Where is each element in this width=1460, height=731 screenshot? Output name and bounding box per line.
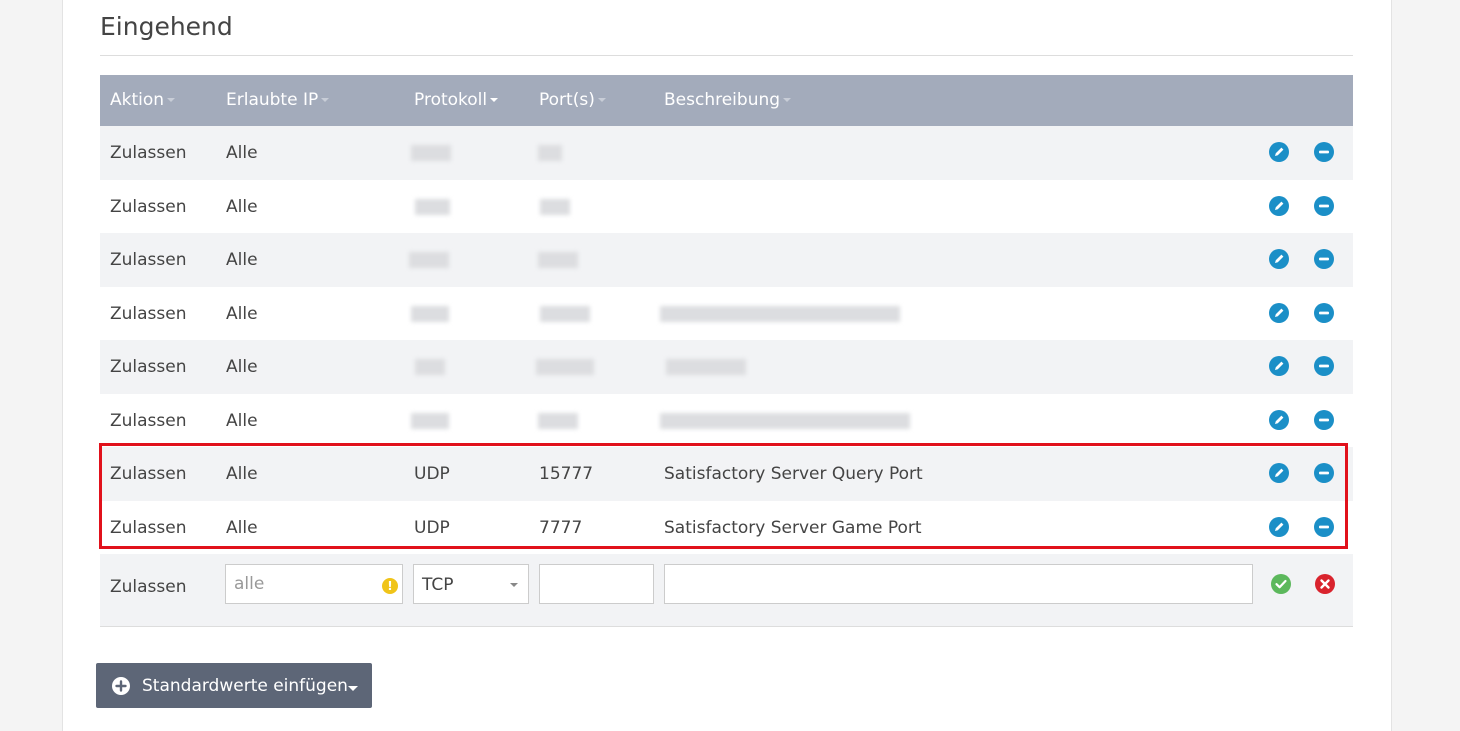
column-header-protocol-label: Protokoll	[414, 90, 488, 110]
row-allowed-ip: Alle	[226, 357, 258, 377]
row-action: Zulassen	[110, 357, 187, 377]
edit-pencil-icon[interactable]	[1269, 142, 1289, 162]
chevron-down-icon	[348, 686, 358, 691]
redacted-protocol	[415, 198, 450, 215]
sort-caret-icon	[783, 98, 792, 102]
remove-minus-icon[interactable]	[1314, 249, 1334, 269]
row-allowed-ip: Alle	[226, 464, 258, 484]
redacted-protocol	[411, 145, 451, 161]
title-divider	[100, 55, 1353, 56]
row-action: Zulassen	[110, 464, 187, 484]
row-allowed-ip: Alle	[226, 517, 258, 538]
edit-pencil-icon[interactable]	[1269, 463, 1289, 483]
table-row: Zulassen Alle	[100, 286, 1353, 340]
insert-defaults-label: Standardwerte einfügen	[142, 676, 348, 696]
remove-minus-icon[interactable]	[1314, 142, 1334, 162]
plus-circle-icon	[112, 677, 130, 695]
row-action: Zulassen	[110, 410, 187, 431]
edit-pencil-icon[interactable]	[1269, 249, 1289, 269]
table-row: Zulassen Alle UDP 15777 Satisfactory Server …	[100, 447, 1353, 501]
table-header: Aktion Erlaubte IP Protokoll Port(s) Bes…	[100, 75, 1353, 126]
row-allowed-ip: Alle	[226, 410, 258, 431]
table-row: Zulassen Alle	[100, 340, 1353, 394]
row-action: Zulassen	[110, 196, 187, 217]
sort-caret-icon	[167, 98, 176, 102]
sort-caret-icon	[321, 98, 330, 102]
edit-pencil-icon[interactable]	[1269, 302, 1289, 323]
redacted-port	[536, 359, 594, 375]
row-protocol: UDP	[414, 517, 450, 538]
edit-pencil-icon[interactable]	[1269, 356, 1289, 376]
redacted-protocol	[415, 359, 445, 375]
row-action: Zulassen	[110, 143, 187, 163]
column-header-description[interactable]: Beschreibung	[664, 90, 792, 110]
warning-icon: !	[382, 578, 398, 594]
column-header-allowed-ip[interactable]: Erlaubte IP	[226, 90, 330, 110]
new-rule-row: Zulassen ! TCP	[100, 554, 1353, 627]
column-header-ports-label: Port(s)	[539, 90, 595, 110]
row-allowed-ip: Alle	[226, 196, 258, 217]
remove-minus-icon[interactable]	[1314, 409, 1334, 430]
redacted-port	[538, 252, 578, 268]
table-row: Zulassen Alle	[100, 233, 1353, 287]
row-action: Zulassen	[110, 303, 187, 324]
edit-pencil-icon[interactable]	[1269, 516, 1289, 537]
redacted-protocol	[411, 305, 449, 322]
row-allowed-ip: Alle	[226, 250, 258, 270]
row-action: Zulassen	[110, 517, 187, 538]
port-input[interactable]	[539, 564, 654, 604]
row-port: 7777	[539, 517, 583, 538]
description-input[interactable]	[664, 564, 1253, 604]
redacted-port	[538, 145, 562, 161]
new-rule-action: Zulassen	[110, 577, 187, 597]
chevron-down-icon	[510, 583, 518, 587]
column-header-ports[interactable]: Port(s)	[539, 90, 606, 110]
edit-pencil-icon[interactable]	[1269, 409, 1289, 430]
confirm-icon[interactable]	[1271, 574, 1291, 594]
row-protocol: UDP	[414, 464, 450, 484]
redacted-port	[540, 198, 570, 215]
redacted-port	[540, 305, 590, 322]
cancel-icon[interactable]	[1315, 574, 1335, 594]
table-body: Zulassen Alle Zulassen Alle Zulassen Alle Zula…	[100, 126, 1353, 554]
redacted-protocol	[411, 412, 449, 429]
remove-minus-icon[interactable]	[1314, 195, 1334, 216]
sort-caret-icon	[597, 98, 606, 102]
redacted-description	[660, 412, 910, 429]
column-header-description-label: Beschreibung	[664, 90, 781, 110]
remove-minus-icon[interactable]	[1314, 302, 1334, 323]
redacted-description	[660, 305, 900, 322]
column-header-protocol[interactable]: Protokoll	[414, 90, 499, 110]
redacted-description	[666, 359, 746, 375]
table-row: Zulassen Alle UDP 7777 Satisfactory Server G…	[100, 500, 1353, 554]
sort-caret-icon	[490, 98, 499, 102]
row-description: Satisfactory Server Query Port	[664, 464, 923, 484]
redacted-port	[538, 412, 578, 429]
section-title: Eingehend	[100, 12, 233, 41]
protocol-select-value: TCP	[422, 575, 454, 595]
remove-minus-icon[interactable]	[1314, 516, 1334, 537]
protocol-select[interactable]: TCP	[413, 564, 529, 604]
row-action: Zulassen	[110, 250, 187, 270]
content-panel: Eingehend Aktion Erlaubte IP Protokoll P…	[62, 0, 1392, 731]
ip-input[interactable]	[225, 564, 403, 604]
table-row: Zulassen Alle	[100, 179, 1353, 233]
column-header-action-label: Aktion	[110, 90, 165, 110]
redacted-protocol	[409, 252, 449, 268]
remove-minus-icon[interactable]	[1314, 463, 1334, 483]
row-description: Satisfactory Server Game Port	[664, 517, 922, 538]
row-allowed-ip: Alle	[226, 143, 258, 163]
row-port: 15777	[539, 464, 594, 484]
remove-minus-icon[interactable]	[1314, 356, 1334, 376]
row-allowed-ip: Alle	[226, 303, 258, 324]
table-row: Zulassen Alle	[100, 393, 1353, 447]
table-row: Zulassen Alle	[100, 126, 1353, 180]
insert-defaults-button[interactable]: Standardwerte einfügen	[96, 663, 372, 708]
column-header-allowed-ip-label: Erlaubte IP	[226, 90, 319, 110]
edit-pencil-icon[interactable]	[1269, 195, 1289, 216]
column-header-action[interactable]: Aktion	[110, 90, 176, 110]
firewall-table: Aktion Erlaubte IP Protokoll Port(s) Bes…	[100, 75, 1353, 627]
